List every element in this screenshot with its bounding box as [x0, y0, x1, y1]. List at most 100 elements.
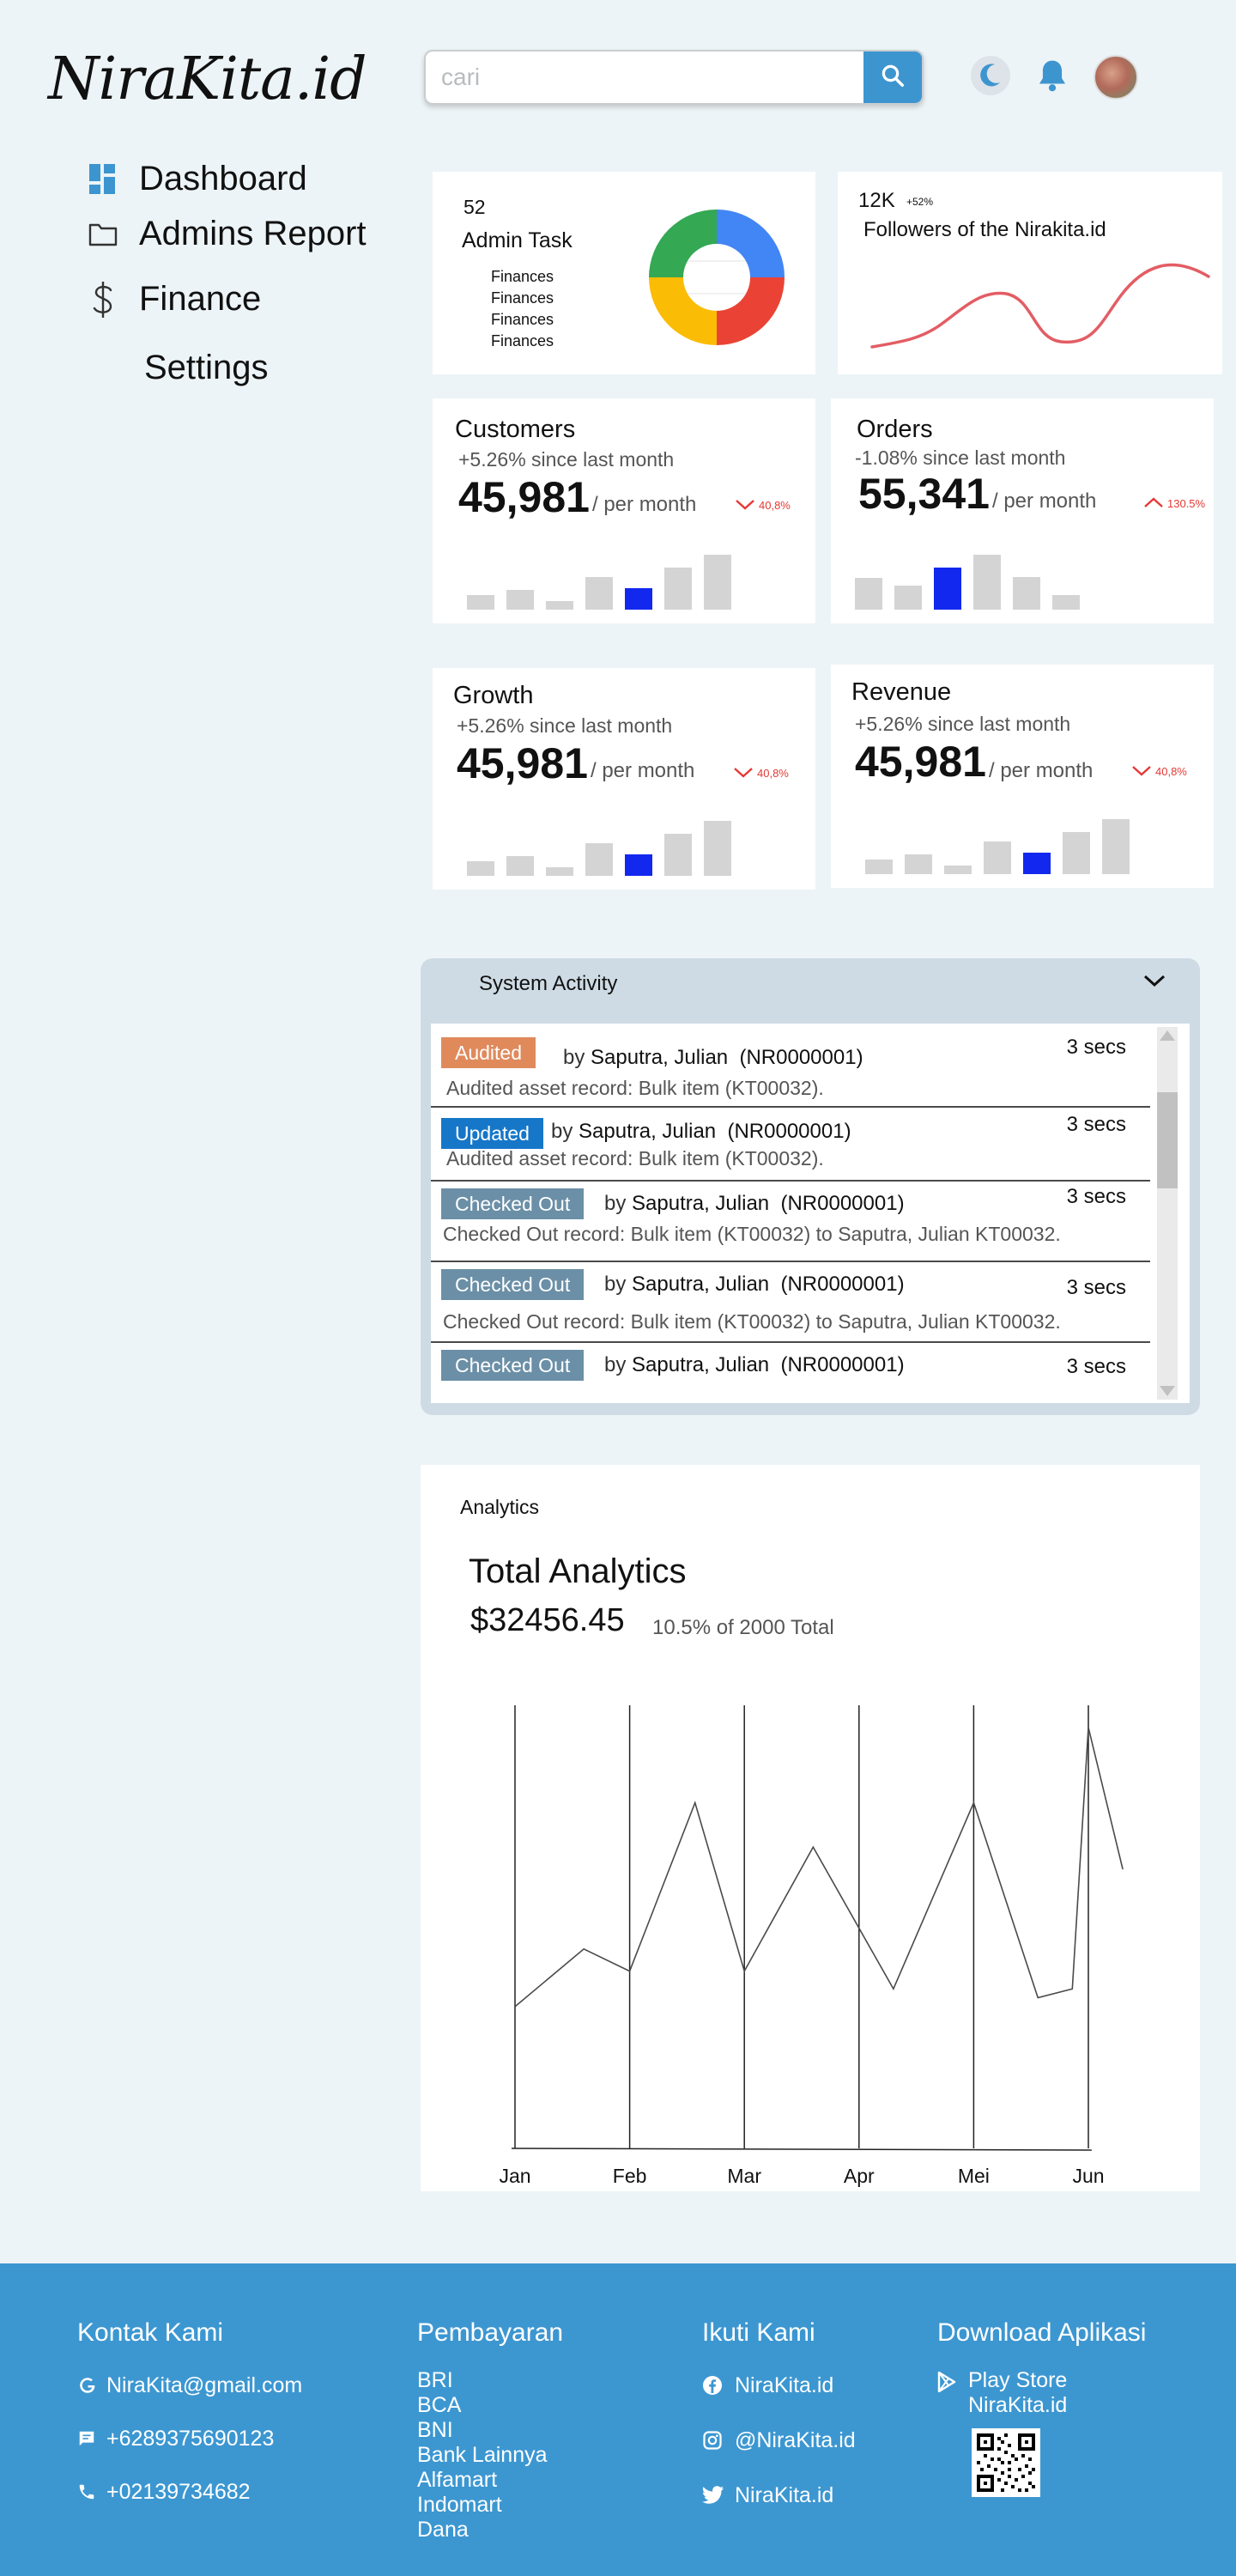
status-badge: Checked Out	[441, 1269, 585, 1300]
footer-payment: Pembayaran BRI BCA BNI Bank Lainnya Alfa…	[417, 2318, 563, 2543]
store-app-name: NiraKita.id	[968, 2393, 1068, 2417]
bar	[894, 586, 922, 610]
sidebar-item-admins-report[interactable]: Admins Report	[86, 215, 367, 253]
logo[interactable]: NiraKita.id	[48, 41, 367, 118]
trend-up-icon	[1143, 496, 1164, 511]
bar	[467, 861, 494, 876]
stat-card-per: / per month	[592, 493, 697, 516]
trend-value: 130.5%	[1167, 497, 1206, 510]
qr-code-pattern	[977, 2433, 1035, 2492]
google-icon	[77, 2375, 101, 2396]
payment-item[interactable]: BCA	[417, 2393, 563, 2418]
donut-slice-red	[717, 277, 785, 345]
stat-card-per: / per month	[591, 759, 695, 782]
scrollbar[interactable]	[1157, 1027, 1178, 1400]
donut-slice-blue	[717, 210, 785, 277]
bar-chart	[467, 541, 743, 610]
followers-change: +52%	[906, 196, 934, 208]
payment-item[interactable]: BNI	[417, 2418, 563, 2443]
sidebar-item-dashboard[interactable]: Dashboard	[86, 160, 307, 198]
bar	[865, 860, 893, 874]
payment-item[interactable]: Alfamart	[417, 2468, 563, 2493]
stat-card-title: Customers	[455, 416, 576, 443]
stat-card-trend: 130.5%	[1143, 496, 1205, 511]
trend-down-icon	[735, 498, 755, 513]
sidebar-item-finance[interactable]: Finance	[86, 280, 261, 319]
stat-card-per: / per month	[992, 489, 1097, 513]
activity-by: by Saputra, Julian (NR0000001)	[604, 1273, 905, 1296]
payment-item[interactable]: BRI	[417, 2368, 563, 2393]
search-icon	[880, 63, 906, 93]
stat-card-since: -1.08% since last month	[855, 447, 1066, 469]
followers-card: 12K +52% Followers of the Nirakita.id	[838, 172, 1222, 374]
activity-row[interactable]: Checked Out by Saputra, Julian (NR000000…	[431, 1182, 1150, 1262]
notification-button[interactable]	[1030, 55, 1075, 100]
dashboard-icon	[86, 161, 120, 198]
bar-chart	[865, 805, 1142, 874]
collapse-button[interactable]	[1143, 974, 1166, 992]
followers-title: Followers of the Nirakita.id	[863, 218, 1106, 241]
bar	[467, 595, 494, 610]
play-store-link[interactable]: Play Store NiraKita.id	[937, 2368, 1146, 2418]
stat-card-title: Orders	[857, 416, 933, 443]
avatar[interactable]	[1094, 55, 1138, 100]
contact-phone[interactable]: +02139734682	[77, 2475, 302, 2509]
search-input[interactable]	[441, 60, 836, 94]
activity-row[interactable]: Updated by Saputra, Julian (NR0000001) 3…	[431, 1108, 1150, 1182]
social-instagram[interactable]: @NiraKita.id	[702, 2423, 856, 2458]
activity-time: 3 secs	[1066, 1355, 1126, 1378]
contact-email[interactable]: NiraKita@gmail.com	[77, 2368, 302, 2403]
stat-card-trend: 40,8%	[735, 498, 791, 513]
bar	[546, 601, 573, 610]
bar	[1023, 853, 1051, 874]
activity-list[interactable]: Audited by Saputra, Julian (NR0000001) 3…	[431, 1024, 1190, 1403]
bar-chart	[467, 807, 743, 876]
bar	[1063, 832, 1090, 874]
x-tick-label: Jun	[1072, 2165, 1104, 2187]
list-item: Finances	[491, 311, 554, 328]
activity-desc: Checked Out record: Bulk item (KT00032) …	[443, 1223, 1061, 1245]
x-tick-label: Mar	[727, 2165, 761, 2187]
scroll-up-arrow[interactable]	[1159, 1029, 1176, 1042]
stat-card-value: 45,981	[457, 739, 588, 787]
moon-icon	[969, 54, 1012, 101]
store-label: Play Store	[968, 2368, 1068, 2392]
orders-card: Orders -1.08% since last month 55,341 / …	[831, 398, 1214, 623]
trend-down-icon	[733, 766, 754, 781]
search-button[interactable]	[863, 52, 922, 103]
scroll-down-arrow[interactable]	[1159, 1384, 1176, 1398]
bar	[546, 867, 573, 876]
activity-row[interactable]: Checked Out by Saputra, Julian (NR000000…	[431, 1343, 1150, 1403]
sidebar-item-label: Dashboard	[139, 160, 307, 197]
search-bar	[424, 50, 924, 105]
sidebar-item-label: Settings	[144, 349, 269, 386]
status-badge: Updated	[441, 1118, 543, 1149]
payment-item[interactable]: Bank Lainnya	[417, 2443, 563, 2468]
payment-item[interactable]: Dana	[417, 2518, 563, 2543]
footer-download: Download Aplikasi Play Store NiraKita.id	[937, 2318, 1146, 2497]
activity-desc: Audited asset record: Bulk item (KT00032…	[446, 1147, 824, 1170]
analytics-line-chart: Jan Feb Mar Apr Mei Jun	[499, 1705, 1124, 2187]
activity-row[interactable]: Audited by Saputra, Julian (NR0000001) 3…	[431, 1024, 1150, 1108]
bar	[1052, 595, 1080, 610]
sidebar-item-settings[interactable]: Settings	[91, 349, 269, 387]
activity-desc: Checked Out record: Bulk item (KT00032) …	[443, 1310, 1061, 1333]
admin-task-title: Admin Task	[462, 228, 573, 252]
followers-sparkline	[870, 263, 1210, 349]
status-badge: Checked Out	[441, 1350, 585, 1381]
phone-icon	[77, 2482, 101, 2501]
instagram-icon	[702, 2430, 730, 2451]
status-badge: Checked Out	[441, 1188, 585, 1219]
activity-row[interactable]: Checked Out by Saputra, Julian (NR000000…	[431, 1262, 1150, 1343]
payment-item[interactable]: Indomart	[417, 2493, 563, 2518]
social-facebook[interactable]: NiraKita.id	[702, 2368, 856, 2403]
dark-mode-toggle[interactable]	[968, 55, 1013, 100]
scroll-thumb[interactable]	[1157, 1092, 1178, 1188]
social-twitter[interactable]: NiraKita.id	[702, 2478, 856, 2512]
list-item: Finances	[491, 332, 554, 349]
twitter-icon	[702, 2486, 730, 2505]
footer-contact: Kontak Kami NiraKita@gmail.com +62893756…	[77, 2318, 302, 2509]
x-tick-label: Mei	[958, 2165, 990, 2187]
bar	[1102, 819, 1130, 874]
contact-message[interactable]: +6289375690123	[77, 2421, 302, 2456]
